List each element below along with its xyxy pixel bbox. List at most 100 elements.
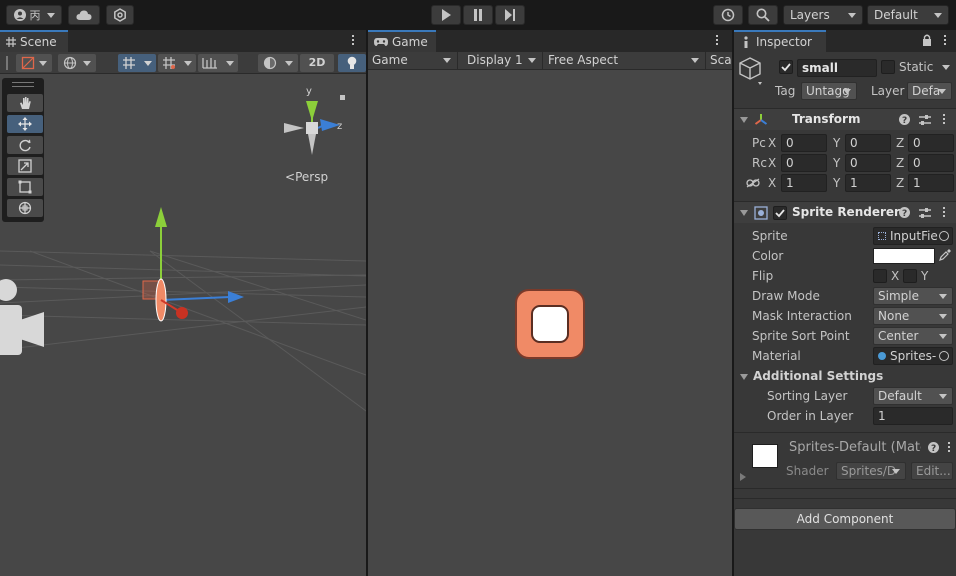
transform-menu-icon[interactable] xyxy=(943,114,946,126)
game-menu-icon[interactable] xyxy=(716,35,719,47)
scale-z-field[interactable]: 1 xyxy=(908,174,954,192)
material-object-field[interactable]: Sprites- xyxy=(873,347,953,365)
tab-scene[interactable]: Scene xyxy=(0,30,68,52)
scale-tool-button[interactable] xyxy=(7,157,43,175)
scale-x-field[interactable]: 1 xyxy=(781,174,827,192)
help-icon[interactable]: ? xyxy=(899,207,910,218)
layout-dropdown[interactable]: Default xyxy=(867,5,949,25)
fold-arrow-icon[interactable] xyxy=(740,374,748,380)
material-fold-arrow-icon[interactable] xyxy=(740,473,746,481)
position-z-field[interactable]: 0 xyxy=(908,134,954,152)
rect-tool-button[interactable] xyxy=(7,178,43,196)
2d-toggle-button[interactable]: 2D xyxy=(300,54,334,72)
account-dropdown[interactable]: 丙 xyxy=(6,5,62,25)
tag-dropdown[interactable]: Untagg xyxy=(801,82,857,100)
rotation-y-label[interactable]: Y xyxy=(833,156,840,170)
flip-x-checkbox[interactable] xyxy=(873,269,887,283)
sprite-renderer-enabled-checkbox[interactable] xyxy=(773,206,787,220)
move-gizmo[interactable] xyxy=(142,207,244,322)
rotation-x-label[interactable]: X xyxy=(768,156,776,170)
presets-sliders-icon[interactable] xyxy=(919,114,931,126)
scale-y-field[interactable]: 1 xyxy=(845,174,891,192)
undo-history-button[interactable] xyxy=(713,5,743,25)
x-axis-handle-icon[interactable] xyxy=(176,307,188,319)
fold-arrow-icon[interactable] xyxy=(740,117,748,123)
snap-increment-toggle[interactable] xyxy=(158,54,196,72)
rotation-z-field[interactable]: 0 xyxy=(908,154,954,172)
material-menu-icon[interactable] xyxy=(948,442,951,454)
eyedropper-icon[interactable] xyxy=(939,249,951,261)
color-swatch[interactable] xyxy=(873,248,935,264)
position-y-label[interactable]: Y xyxy=(833,136,840,150)
mask-interaction-dropdown[interactable]: None xyxy=(873,307,953,325)
z-axis-arrow-icon[interactable] xyxy=(228,291,244,303)
drag-handle-icon[interactable] xyxy=(6,56,8,70)
position-x-label[interactable]: X xyxy=(768,136,776,150)
sprite-renderer-header[interactable]: Sprite Renderer ? xyxy=(734,201,956,223)
transform-tool-button[interactable] xyxy=(7,199,43,217)
order-in-layer-field[interactable]: 1 xyxy=(873,407,953,425)
position-x-field[interactable]: 0 xyxy=(781,134,827,152)
active-checkbox[interactable] xyxy=(779,60,793,74)
palette-drag-handle-icon[interactable] xyxy=(12,82,34,87)
grid-snap-toggle[interactable] xyxy=(118,54,156,72)
shader-edit-button[interactable]: Edit... xyxy=(911,462,953,480)
display-dropdown[interactable]: Display 1 xyxy=(463,52,543,69)
persp-toggle[interactable]: <Persp xyxy=(285,170,328,184)
object-name-field[interactable]: small xyxy=(797,59,877,77)
aspect-dropdown[interactable]: Free Aspect xyxy=(544,52,706,69)
tab-game[interactable]: Game xyxy=(368,30,436,52)
static-checkbox[interactable] xyxy=(881,60,895,74)
static-dropdown-icon[interactable] xyxy=(942,65,950,70)
cloud-button[interactable] xyxy=(68,5,100,25)
transform-header[interactable]: Transform ? xyxy=(734,108,956,130)
position-y-field[interactable]: 0 xyxy=(845,134,891,152)
sprite-object-field[interactable]: InputFie xyxy=(873,227,953,245)
global-toggle[interactable] xyxy=(58,54,96,72)
shader-dropdown[interactable]: Sprites/D xyxy=(836,462,906,480)
rotation-y-field[interactable]: 0 xyxy=(845,154,891,172)
position-z-label[interactable]: Z xyxy=(896,136,904,150)
shading-dropdown[interactable] xyxy=(258,54,298,72)
object-picker-icon[interactable] xyxy=(939,231,949,241)
gameobject-cube-icon[interactable] xyxy=(738,56,764,86)
draw-mode-dropdown[interactable]: Simple xyxy=(873,287,953,305)
rotation-x-field[interactable]: 0 xyxy=(781,154,827,172)
additional-settings-foldout[interactable]: Additional Settings xyxy=(753,369,883,383)
scene-viewport[interactable]: y z xyxy=(0,75,366,576)
sprite-renderer-menu-icon[interactable] xyxy=(943,207,946,219)
scene-menu-icon[interactable] xyxy=(352,35,355,47)
inspector-menu-icon[interactable] xyxy=(944,35,947,47)
fold-arrow-icon[interactable] xyxy=(740,210,748,216)
y-axis-arrow-icon[interactable] xyxy=(155,207,167,227)
play-button[interactable] xyxy=(431,5,461,25)
scale-slider-label[interactable]: Sca xyxy=(710,52,732,69)
game-mode-dropdown[interactable]: Game xyxy=(368,52,458,69)
layers-dropdown[interactable]: Layers xyxy=(783,5,863,25)
hand-tool-button[interactable] xyxy=(7,94,43,112)
orientation-gizmo[interactable]: y z xyxy=(284,86,345,155)
help-icon[interactable]: ? xyxy=(928,442,939,453)
scale-x-label[interactable]: X xyxy=(768,176,776,190)
pause-button[interactable] xyxy=(463,5,493,25)
constrain-proportions-icon[interactable] xyxy=(746,178,760,188)
collab-button[interactable] xyxy=(106,5,134,25)
sprite-sort-point-dropdown[interactable]: Center xyxy=(873,327,953,345)
flip-y-checkbox[interactable] xyxy=(903,269,917,283)
rotate-tool-button[interactable] xyxy=(7,136,43,154)
tab-inspector[interactable]: Inspector xyxy=(734,30,826,52)
lock-icon[interactable] xyxy=(922,34,932,46)
scale-z-label[interactable]: Z xyxy=(896,176,904,190)
object-picker-icon[interactable] xyxy=(939,351,949,361)
help-icon[interactable]: ? xyxy=(899,114,910,125)
y-cone-icon[interactable] xyxy=(306,101,318,121)
move-tool-button[interactable] xyxy=(7,115,43,133)
presets-sliders-icon[interactable] xyxy=(919,207,931,219)
rotation-z-label[interactable]: Z xyxy=(896,156,904,170)
step-button[interactable] xyxy=(495,5,525,25)
layer-dropdown[interactable]: Defa xyxy=(907,82,952,100)
search-button[interactable] xyxy=(748,5,778,25)
grid-visibility-toggle[interactable] xyxy=(198,54,238,72)
sorting-layer-dropdown[interactable]: Default xyxy=(873,387,953,405)
lighting-toggle[interactable] xyxy=(338,54,366,72)
